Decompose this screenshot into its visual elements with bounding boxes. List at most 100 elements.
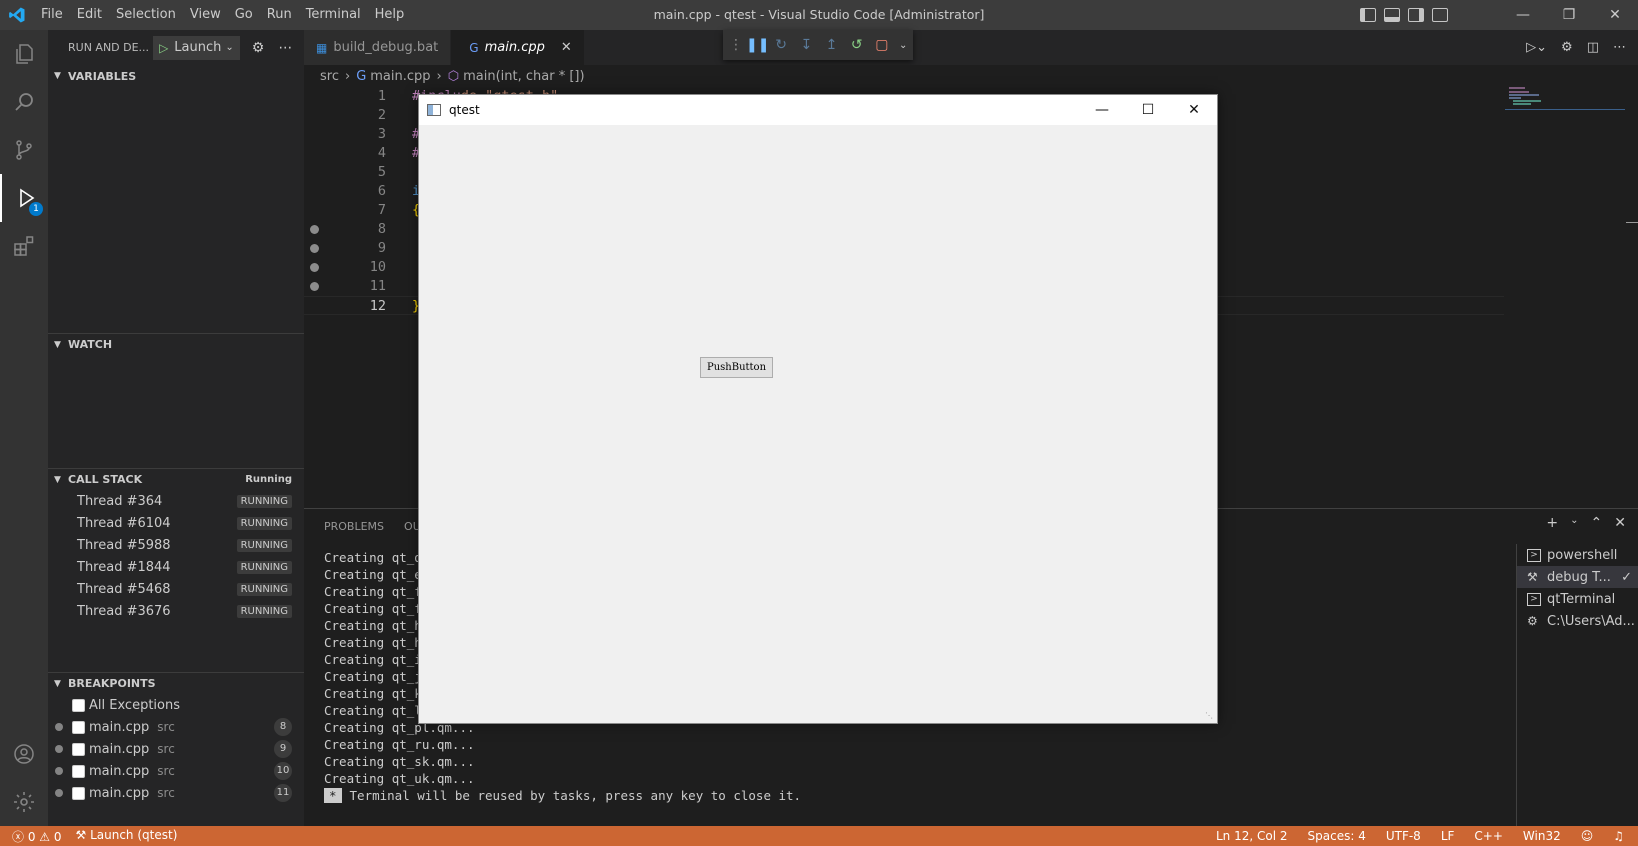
terminal-item-cmd[interactable]: ⚙ C:\Users\Ad...: [1517, 610, 1638, 632]
step-out-icon[interactable]: ↥: [823, 37, 839, 53]
gutter[interactable]: [304, 125, 344, 144]
encoding[interactable]: UTF-8: [1386, 829, 1421, 843]
breakpoint-checkbox[interactable]: [72, 742, 85, 756]
start-debugging-icon[interactable]: ▷: [159, 41, 168, 55]
cursor-position[interactable]: Ln 12, Col 2: [1216, 829, 1288, 843]
qt-maximize-icon[interactable]: ☐: [1125, 102, 1171, 118]
gutter[interactable]: [304, 258, 344, 277]
step-over-icon[interactable]: ↻: [773, 37, 789, 53]
breakpoint-dot-icon[interactable]: [310, 244, 319, 253]
close-tab-icon[interactable]: ✕: [561, 40, 572, 55]
run-debug-icon[interactable]: 1: [0, 174, 48, 222]
qt-push-button[interactable]: PushButton: [700, 357, 773, 378]
manage-gear-icon[interactable]: [0, 778, 48, 826]
breakpoints-section-header[interactable]: ▼ BREAKPOINTS: [48, 672, 304, 694]
call-stack-section-header[interactable]: ▼ CALL STACK Running: [48, 468, 304, 490]
close-panel-icon[interactable]: ✕: [1614, 515, 1626, 531]
explorer-icon[interactable]: [0, 30, 48, 78]
menu-view[interactable]: View: [183, 0, 228, 30]
step-into-icon[interactable]: ↧: [798, 37, 814, 53]
thread-item[interactable]: Thread #3676 RUNNING: [48, 600, 304, 622]
menu-terminal[interactable]: Terminal: [299, 0, 368, 30]
minimize-icon[interactable]: —: [1500, 0, 1546, 30]
problems-status[interactable]: ⓧ 0 ⚠ 0: [12, 828, 62, 845]
menu-selection[interactable]: Selection: [109, 0, 183, 30]
new-terminal-icon[interactable]: +: [1546, 515, 1558, 531]
language-mode[interactable]: C++: [1474, 829, 1503, 843]
maximize-panel-icon[interactable]: ⌃: [1591, 515, 1603, 531]
tab-problems[interactable]: PROBLEMS: [324, 520, 384, 533]
drag-handle-icon[interactable]: ⋮: [729, 37, 743, 53]
editor-scrollbar[interactable]: [1624, 87, 1638, 507]
breakpoint-checkbox[interactable]: [72, 764, 85, 778]
restore-icon[interactable]: ❐: [1546, 0, 1592, 30]
pause-icon[interactable]: ❚❚: [746, 37, 769, 53]
breadcrumb-file[interactable]: main.cpp: [370, 69, 430, 84]
end-of-line[interactable]: LF: [1441, 829, 1455, 843]
breadcrumb-symbol[interactable]: main(int, char * []): [463, 69, 584, 84]
resize-grip-icon[interactable]: ⋱: [1205, 711, 1215, 721]
accounts-icon[interactable]: [0, 730, 48, 778]
breakpoint-dot-icon[interactable]: [310, 263, 319, 272]
search-icon[interactable]: [0, 78, 48, 126]
toggle-secondary-sidebar-icon[interactable]: [1408, 8, 1424, 22]
stop-icon[interactable]: ▢: [874, 37, 890, 53]
split-editor-icon[interactable]: ◫: [1587, 40, 1599, 55]
restart-icon[interactable]: ↺: [849, 37, 865, 53]
thread-item[interactable]: Thread #5988 RUNNING: [48, 534, 304, 556]
watch-section-header[interactable]: ▼ WATCH: [48, 333, 304, 355]
close-window-icon[interactable]: ✕: [1592, 0, 1638, 30]
breakpoint-checkbox[interactable]: [72, 720, 85, 734]
debug-launch-status[interactable]: ⚒ Launch (qtest): [76, 828, 178, 845]
gutter[interactable]: [304, 220, 344, 239]
tab-build-debug-bat[interactable]: ▦ build_debug.bat: [304, 30, 452, 65]
toggle-sidebar-icon[interactable]: [1360, 8, 1376, 22]
breakpoint-checkbox[interactable]: [72, 786, 85, 800]
qt-minimize-icon[interactable]: —: [1079, 102, 1125, 118]
all-exceptions-checkbox[interactable]: [72, 698, 85, 712]
run-debug-menu-icon[interactable]: ▷⌄: [1526, 40, 1547, 55]
gutter[interactable]: [304, 87, 344, 106]
thread-item[interactable]: Thread #5468 RUNNING: [48, 578, 304, 600]
feedback-icon[interactable]: ☺: [1581, 829, 1594, 843]
minimap[interactable]: [1505, 87, 1625, 507]
breadcrumb-folder[interactable]: src: [320, 69, 339, 84]
variables-section-header[interactable]: ▼ VARIABLES: [48, 65, 304, 87]
settings-gear-icon[interactable]: ⚙: [1561, 40, 1573, 55]
tab-main-cpp[interactable]: G main.cpp ✕: [451, 30, 585, 65]
breakpoint-dot-icon[interactable]: [310, 282, 319, 291]
qt-close-icon[interactable]: ✕: [1171, 102, 1217, 118]
terminal-item-powershell[interactable]: > powershell: [1517, 544, 1638, 566]
menu-edit[interactable]: Edit: [70, 0, 109, 30]
gutter[interactable]: [304, 163, 344, 182]
breakpoint-item[interactable]: main.cpp src 10: [48, 760, 304, 782]
gutter[interactable]: [304, 144, 344, 163]
terminal-item-qtterminal[interactable]: > qtTerminal: [1517, 588, 1638, 610]
more-actions-icon[interactable]: ⋯: [278, 40, 292, 56]
menu-file[interactable]: File: [34, 0, 70, 30]
notifications-bell-icon[interactable]: ♫: [1613, 829, 1624, 843]
gutter[interactable]: [304, 201, 344, 220]
thread-item[interactable]: Thread #1844 RUNNING: [48, 556, 304, 578]
breakpoint-item[interactable]: main.cpp src 9: [48, 738, 304, 760]
more-actions-icon[interactable]: ⋯: [1613, 40, 1626, 55]
breakpoint-item[interactable]: main.cpp src 8: [48, 716, 304, 738]
gutter[interactable]: [304, 239, 344, 258]
menu-go[interactable]: Go: [228, 0, 260, 30]
thread-item[interactable]: Thread #6104 RUNNING: [48, 512, 304, 534]
menu-help[interactable]: Help: [368, 0, 412, 30]
gutter[interactable]: [304, 182, 344, 201]
indentation[interactable]: Spaces: 4: [1308, 829, 1366, 843]
gutter[interactable]: [304, 106, 344, 125]
breakpoint-item[interactable]: main.cpp src 11: [48, 782, 304, 804]
gutter[interactable]: [304, 297, 344, 314]
breakpoint-dot-icon[interactable]: [310, 225, 319, 234]
extensions-icon[interactable]: [0, 222, 48, 270]
thread-item[interactable]: Thread #364 RUNNING: [48, 490, 304, 512]
open-launch-json-gear-icon[interactable]: ⚙: [252, 40, 265, 56]
menu-run[interactable]: Run: [260, 0, 299, 30]
terminal-item-debug[interactable]: ⚒ debug T... ✓: [1517, 566, 1638, 588]
platform[interactable]: Win32: [1523, 829, 1561, 843]
chevron-down-icon[interactable]: ⌄: [899, 40, 907, 51]
all-exceptions-item[interactable]: All Exceptions: [48, 694, 304, 716]
